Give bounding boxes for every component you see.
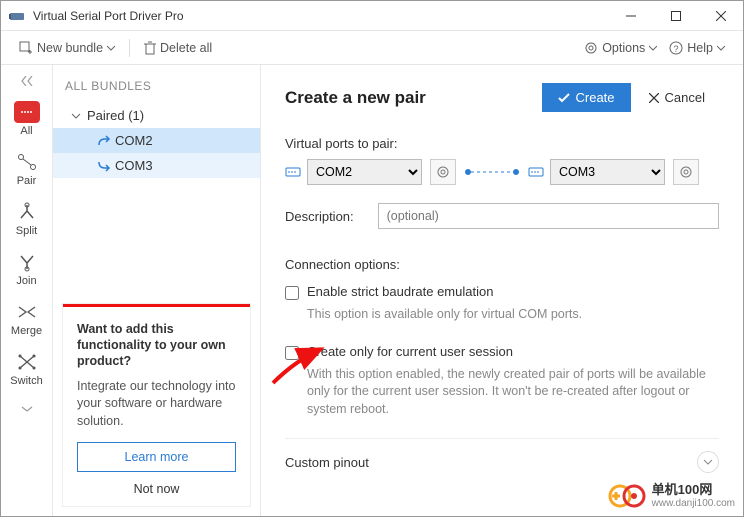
custom-pinout-label: Custom pinout xyxy=(285,455,369,470)
minimize-button[interactable] xyxy=(608,1,653,31)
trash-icon xyxy=(144,41,156,55)
new-bundle-icon xyxy=(19,41,33,55)
window-title: Virtual Serial Port Driver Pro xyxy=(33,9,608,23)
toolbar: New bundle Delete all Options ? Help xyxy=(1,31,743,65)
promo-title: Want to add this functionality to your o… xyxy=(77,321,236,370)
strict-baudrate-desc: This option is available only for virtua… xyxy=(307,306,719,324)
gear-icon xyxy=(584,41,598,55)
sidebar-item-pair[interactable]: Pair xyxy=(1,143,52,193)
sidebar-item-label: Pair xyxy=(17,175,37,187)
sidebar-item-split[interactable]: Split xyxy=(1,193,52,243)
description-label: Description: xyxy=(285,209,354,224)
port-b-settings-button[interactable] xyxy=(673,159,699,185)
tree-group-paired[interactable]: Paired (1) xyxy=(53,103,260,128)
tree-port-label: COM2 xyxy=(115,133,153,148)
virtual-ports-label: Virtual ports to pair: xyxy=(285,136,719,151)
chevron-down-icon xyxy=(649,44,657,52)
chevron-down-icon xyxy=(703,457,713,467)
pair-connector-icon xyxy=(464,167,520,177)
app-icon xyxy=(9,10,25,22)
check-icon xyxy=(558,92,570,104)
chevron-down-icon xyxy=(717,44,725,52)
page-title: Create a new pair xyxy=(285,88,542,108)
help-label: Help xyxy=(687,41,713,55)
tree-group-label: Paired (1) xyxy=(87,108,144,123)
tree-header: ALL BUNDLES xyxy=(53,79,260,103)
close-icon xyxy=(649,93,659,103)
options-button[interactable]: Options xyxy=(578,37,663,59)
delete-all-button[interactable]: Delete all xyxy=(138,37,218,59)
sidebar-item-switch[interactable]: Switch xyxy=(1,343,52,393)
sidebar-item-label: Switch xyxy=(10,375,42,387)
gear-icon xyxy=(679,165,693,179)
port-b-select-group: COM3 xyxy=(528,159,665,185)
svg-text:?: ? xyxy=(674,44,679,54)
cancel-label: Cancel xyxy=(665,90,705,105)
port-out-icon xyxy=(97,135,111,147)
connection-options-label: Connection options: xyxy=(285,257,719,272)
tree-port-label: COM3 xyxy=(115,158,153,173)
sidebar-item-label: Split xyxy=(16,225,37,237)
learn-more-button[interactable]: Learn more xyxy=(77,442,236,472)
port-a-select-group: COM2 xyxy=(285,159,422,185)
maximize-button[interactable] xyxy=(653,1,698,31)
sidebar-item-label: Join xyxy=(16,275,36,287)
port-b-select[interactable]: COM3 xyxy=(550,159,665,185)
port-a-settings-button[interactable] xyxy=(430,159,456,185)
content-pane: Create a new pair Create Cancel Virtual … xyxy=(261,65,743,516)
create-button[interactable]: Create xyxy=(542,83,631,112)
new-bundle-label: New bundle xyxy=(37,41,103,55)
port-icon xyxy=(528,165,544,179)
tree-port-com3[interactable]: COM3 xyxy=(53,153,260,178)
chevron-down-icon xyxy=(107,44,115,52)
category-sidebar: All Pair Split Join Merge Switch xyxy=(1,65,53,516)
current-session-checkbox[interactable] xyxy=(285,346,299,360)
promo-desc: Integrate our technology into your softw… xyxy=(77,378,236,431)
new-bundle-button[interactable]: New bundle xyxy=(13,37,121,59)
collapse-sidebar-button[interactable] xyxy=(1,69,52,93)
cancel-button[interactable]: Cancel xyxy=(635,83,719,112)
strict-baudrate-label: Enable strict baudrate emulation xyxy=(307,284,493,299)
separator xyxy=(129,39,130,57)
help-button[interactable]: ? Help xyxy=(663,37,731,59)
create-label: Create xyxy=(576,90,615,105)
help-icon: ? xyxy=(669,41,683,55)
delete-all-label: Delete all xyxy=(160,41,212,55)
gear-icon xyxy=(436,165,450,179)
more-categories-button[interactable] xyxy=(1,397,52,421)
current-session-desc: With this option enabled, the newly crea… xyxy=(307,366,719,419)
sidebar-item-all[interactable]: All xyxy=(1,93,52,143)
options-label: Options xyxy=(602,41,645,55)
titlebar: Virtual Serial Port Driver Pro xyxy=(1,1,743,31)
tree-port-com2[interactable]: COM2 xyxy=(53,128,260,153)
strict-baudrate-checkbox[interactable] xyxy=(285,286,299,300)
not-now-button[interactable]: Not now xyxy=(77,472,236,506)
bundle-tree: ALL BUNDLES Paired (1) COM2 COM3 Want to… xyxy=(53,65,261,516)
chevron-down-icon xyxy=(71,111,81,121)
sidebar-item-join[interactable]: Join xyxy=(1,243,52,293)
port-in-icon xyxy=(97,160,111,172)
sidebar-item-label: Merge xyxy=(11,325,42,337)
custom-pinout-expand-button[interactable] xyxy=(697,451,719,473)
port-a-select[interactable]: COM2 xyxy=(307,159,422,185)
port-icon xyxy=(285,165,301,179)
sidebar-item-label: All xyxy=(20,125,32,137)
description-input[interactable] xyxy=(378,203,719,229)
promo-panel: Want to add this functionality to your o… xyxy=(63,304,250,506)
sidebar-item-merge[interactable]: Merge xyxy=(1,293,52,343)
current-session-label: Create only for current user session xyxy=(307,344,513,359)
close-button[interactable] xyxy=(698,1,743,31)
